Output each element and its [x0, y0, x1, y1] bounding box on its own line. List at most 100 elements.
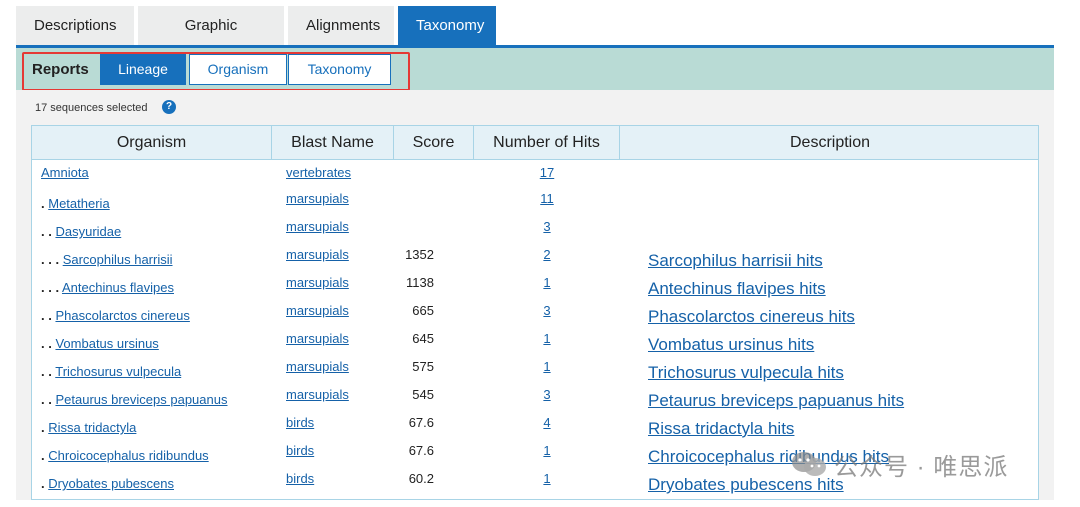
lineage-depth-dots: .: [41, 476, 45, 491]
header-description: Description: [789, 134, 871, 151]
lineage-depth-dots: . .: [41, 336, 52, 351]
organism-cell: . . Trichosurus vulpecula: [41, 364, 181, 379]
result-tabs: Descriptions Graphic Summary Alignments …: [16, 6, 500, 74]
blast-name-cell: marsupials: [286, 359, 349, 374]
organism-link[interactable]: Metatheria: [48, 196, 109, 211]
header-organism: Organism: [32, 126, 272, 160]
blast-name-link[interactable]: marsupials: [286, 387, 349, 402]
hits-cell: 1: [474, 443, 620, 458]
organism-link[interactable]: Phascolarctos cinereus: [55, 308, 189, 323]
description-hits-link[interactable]: Sarcophilus harrisii hits: [648, 251, 823, 270]
wechat-icon: [792, 452, 826, 476]
organism-link[interactable]: Dryobates pubescens: [48, 476, 174, 491]
blast-name-link[interactable]: marsupials: [286, 359, 349, 374]
organism-link[interactable]: Rissa tridactyla: [48, 420, 136, 435]
blast-name-cell: marsupials: [286, 247, 349, 262]
description-hits-link[interactable]: Phascolarctos cinereus hits: [648, 307, 855, 326]
description-hits-link[interactable]: Rissa tridactyla hits: [648, 419, 794, 438]
hits-count-link[interactable]: 3: [543, 303, 550, 318]
table-row: . . Vombatus ursinus marsupials 645 1 Vombat…: [32, 330, 1038, 358]
blast-name-link[interactable]: vertebrates: [286, 165, 351, 180]
help-icon[interactable]: ?: [162, 100, 176, 114]
hits-count-link[interactable]: 1: [543, 471, 550, 486]
description-hits-link[interactable]: Antechinus flavipes hits: [648, 279, 826, 298]
blast-name-link[interactable]: marsupials: [286, 303, 349, 318]
hits-count-link[interactable]: 2: [543, 247, 550, 262]
hits-count-link[interactable]: 1: [543, 275, 550, 290]
blast-name-link[interactable]: birds: [286, 471, 314, 486]
table-row: . . . Sarcophilus harrisii marsupials 1352…: [32, 246, 1038, 274]
organism-cell: Amniota: [41, 165, 89, 180]
table-row: . Metatheria marsupials 11: [32, 190, 1038, 218]
hits-count-link[interactable]: 3: [543, 219, 550, 234]
blast-name-cell: marsupials: [286, 303, 349, 318]
organism-link[interactable]: Vombatus ursinus: [55, 336, 158, 351]
organism-link[interactable]: Antechinus flavipes: [62, 280, 174, 295]
score-cell: 60.2: [408, 471, 434, 486]
blast-name-link[interactable]: birds: [286, 415, 314, 430]
tab-taxonomy[interactable]: Taxonomy: [398, 6, 496, 46]
table-row: . . Petaurus breviceps papuanus marsupial…: [32, 386, 1038, 414]
hits-cell: 4: [474, 415, 620, 430]
organism-link[interactable]: Petaurus breviceps papuanus: [55, 392, 227, 407]
organism-link[interactable]: Dasyuridae: [55, 224, 121, 239]
hits-count-link[interactable]: 1: [543, 331, 550, 346]
lineage-depth-dots: . .: [41, 364, 52, 379]
organism-cell: . . . Sarcophilus harrisii: [41, 252, 173, 267]
score-cell: 1352: [405, 247, 434, 262]
lineage-depth-dots: .: [41, 448, 45, 463]
score-cell: 645: [412, 331, 434, 346]
header-number-of-hits: Number of Hits: [474, 126, 620, 160]
tab-graphic-summary[interactable]: Graphic Summary: [138, 6, 284, 74]
tab-descriptions[interactable]: Descriptions: [16, 6, 134, 46]
blast-name-link[interactable]: birds: [286, 443, 314, 458]
score-cell: 575: [412, 359, 434, 374]
description-hits-link[interactable]: Trichosurus vulpecula hits: [648, 363, 844, 382]
lineage-depth-dots: .: [41, 420, 45, 435]
lineage-depth-dots: . .: [41, 392, 52, 407]
lineage-table: Organism Blast Name Score Number of Hits…: [31, 125, 1039, 500]
hits-count-link[interactable]: 4: [543, 415, 550, 430]
organism-link[interactable]: Trichosurus vulpecula: [55, 364, 181, 379]
table-row: . . . Antechinus flavipes marsupials 1138 1…: [32, 274, 1038, 302]
organism-link[interactable]: Amniota: [41, 165, 89, 180]
table-row: . Rissa tridactyla birds 67.6 4 Rissa tridac…: [32, 414, 1038, 442]
hits-cell: 1: [474, 275, 620, 290]
blast-name-link[interactable]: marsupials: [286, 191, 349, 206]
score-cell: 67.6: [408, 415, 434, 430]
blast-name-cell: marsupials: [286, 275, 349, 290]
watermark-text: 公众号 · 唯思派: [834, 453, 1009, 481]
description-hits-link[interactable]: Petaurus breviceps papuanus hits: [648, 391, 904, 410]
organism-cell: . Dryobates pubescens: [41, 476, 174, 491]
organism-link[interactable]: Sarcophilus harrisii: [63, 252, 173, 267]
table-row: . . Dasyuridae marsupials 3: [32, 218, 1038, 246]
hits-count-link[interactable]: 17: [540, 165, 554, 180]
description-cell: Trichosurus vulpecula hits: [648, 363, 844, 383]
hits-count-link[interactable]: 11: [540, 191, 554, 206]
description-cell: Vombatus ursinus hits: [648, 335, 814, 355]
lineage-depth-dots: . . .: [41, 280, 60, 295]
score-cell: 545: [412, 387, 434, 402]
blast-name-link[interactable]: marsupials: [286, 331, 349, 346]
table-row: Amniota vertebrates 17: [32, 164, 1038, 192]
hits-cell: 3: [474, 219, 620, 234]
tab-alignments[interactable]: Alignments: [288, 6, 394, 46]
blast-name-link[interactable]: marsupials: [286, 275, 349, 290]
table-row: . . Phascolarctos cinereus marsupials 665 3…: [32, 302, 1038, 330]
blast-name-link[interactable]: marsupials: [286, 247, 349, 262]
blast-name-link[interactable]: marsupials: [286, 219, 349, 234]
organism-cell: . . Phascolarctos cinereus: [41, 308, 190, 323]
hits-count-link[interactable]: 1: [543, 443, 550, 458]
header-score: Score: [394, 126, 474, 160]
table-row: . . Trichosurus vulpecula marsupials 575 1 T…: [32, 358, 1038, 386]
description-cell: Sarcophilus harrisii hits: [648, 251, 823, 271]
score-cell: 665: [412, 303, 434, 318]
organism-link[interactable]: Chroicocephalus ridibundus: [48, 448, 208, 463]
hits-cell: 1: [474, 331, 620, 346]
description-cell: Phascolarctos cinereus hits: [648, 307, 855, 327]
description-hits-link[interactable]: Vombatus ursinus hits: [648, 335, 814, 354]
organism-cell: . . Dasyuridae: [41, 224, 121, 239]
organism-cell: . Rissa tridactyla: [41, 420, 136, 435]
hits-count-link[interactable]: 3: [543, 387, 550, 402]
hits-count-link[interactable]: 1: [543, 359, 550, 374]
